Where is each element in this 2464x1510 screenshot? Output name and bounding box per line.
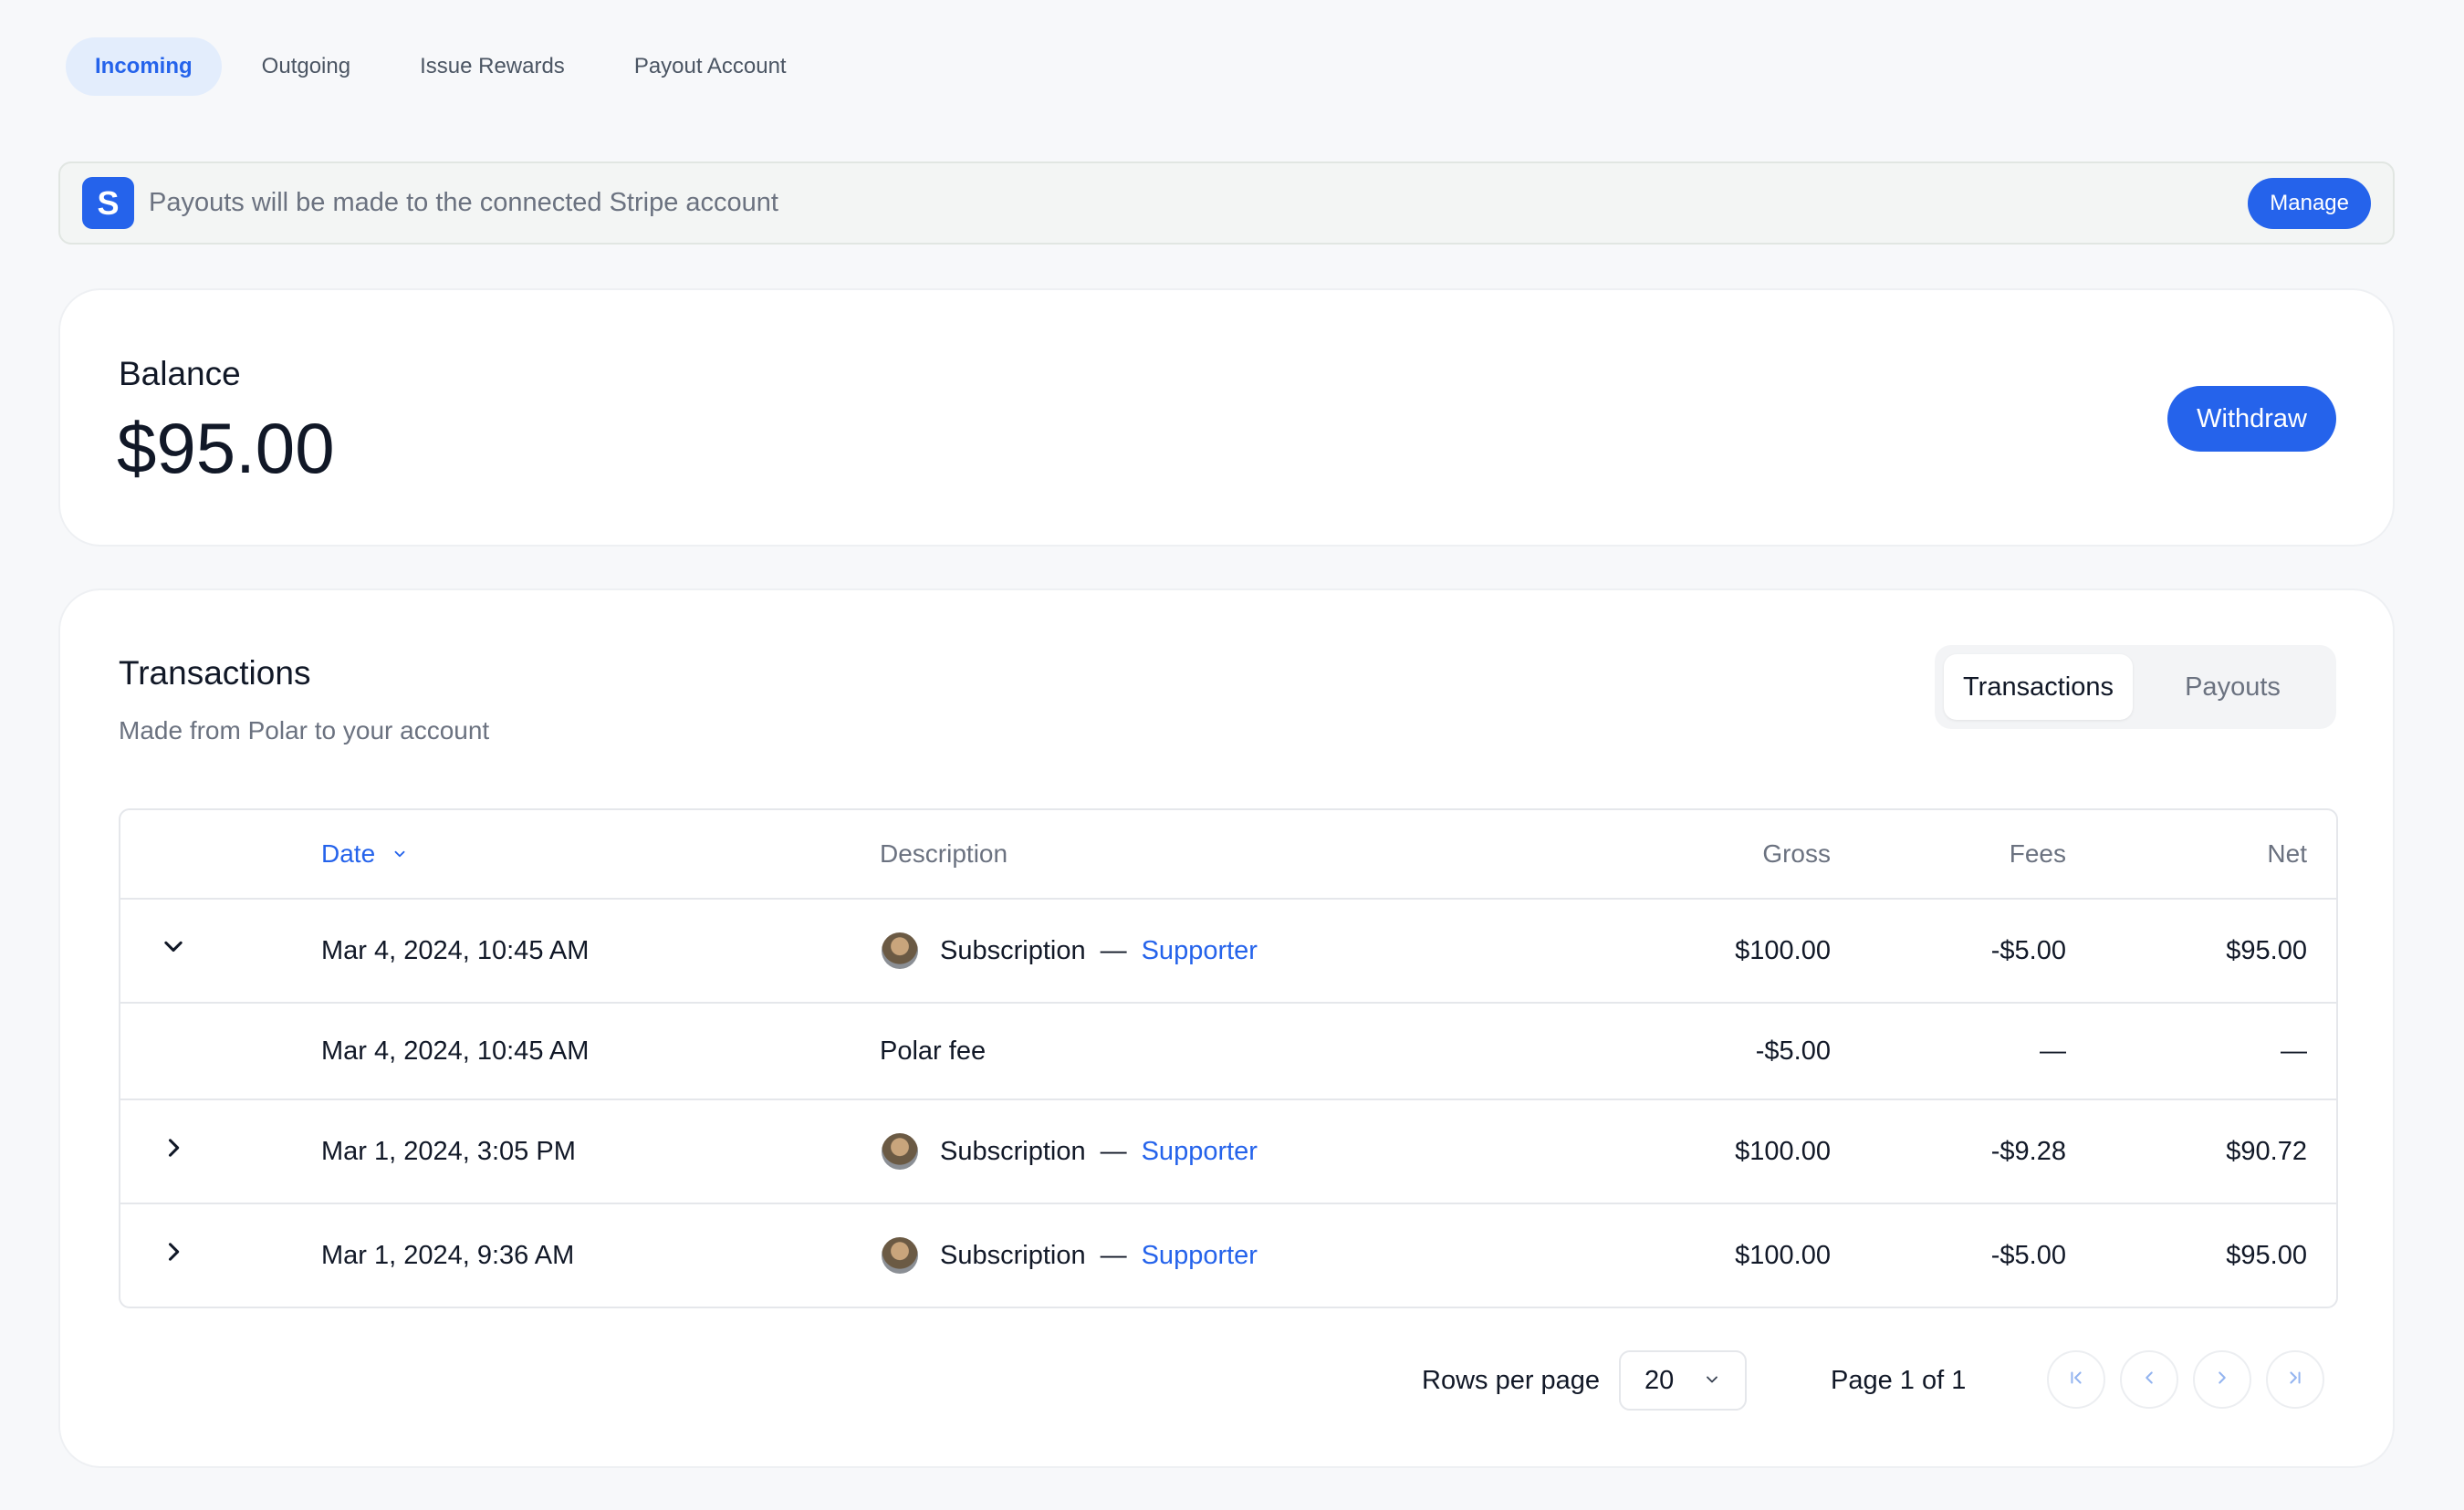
date-sort-header[interactable]: Date (321, 810, 408, 898)
row-fees: -$5.00 (1990, 935, 2066, 965)
first-page-icon (2066, 1368, 2086, 1392)
row-separator: — (1100, 935, 1127, 965)
row-gross: $100.00 (1735, 935, 1831, 965)
banner-text: Payouts will be made to the connected St… (149, 188, 778, 217)
stripe-logo-icon: S (82, 177, 134, 229)
row-gross: -$5.00 (1755, 1036, 1831, 1066)
fees-header: Fees (2009, 839, 2066, 868)
avatar (882, 932, 918, 969)
rows-per-page-value: 20 (1644, 1365, 1675, 1395)
page-info: Page 1 of 1 (1831, 1365, 1967, 1395)
row-type: Subscription (940, 935, 1086, 965)
previous-page-button[interactable] (2120, 1350, 2178, 1409)
tab-outgoing[interactable]: Outgoing (233, 37, 380, 96)
row-separator: — (1100, 1136, 1127, 1166)
column-label: Date (321, 839, 376, 868)
chevron-right-icon (2212, 1368, 2232, 1392)
tab-label: Issue Rewards (420, 54, 565, 78)
row-date: Mar 4, 2024, 10:45 AM (321, 1036, 590, 1066)
top-tabs: Incoming Outgoing Issue Rewards Payout A… (66, 37, 816, 96)
net-header: Net (2267, 839, 2307, 868)
page: Incoming Outgoing Issue Rewards Payout A… (0, 0, 2464, 1510)
table-row: Mar 1, 2024, 3:05 PM Subscription — Supp… (120, 1099, 2336, 1203)
manage-button[interactable]: Manage (2248, 177, 2371, 229)
tab-label: Payout Account (633, 54, 787, 78)
withdraw-button[interactable]: Withdraw (2167, 386, 2336, 452)
last-page-icon (2285, 1368, 2305, 1392)
chevron-down-icon (1703, 1366, 1721, 1396)
row-gross: $100.00 (1735, 1136, 1831, 1166)
transactions-subtitle: Made from Polar to your account (119, 716, 490, 745)
avatar (882, 1237, 918, 1274)
table-row: Mar 1, 2024, 9:36 AM Subscription — Supp… (120, 1203, 2336, 1307)
tab-incoming[interactable]: Incoming (66, 37, 222, 96)
row-net: $90.72 (2226, 1136, 2307, 1166)
balance-label: Balance (119, 355, 241, 392)
row-type: Subscription (940, 1240, 1086, 1270)
row-date: Mar 1, 2024, 9:36 AM (321, 1240, 575, 1270)
chevron-left-icon (2139, 1368, 2159, 1392)
row-net: $95.00 (2226, 1240, 2307, 1270)
next-page-button[interactable] (2193, 1350, 2251, 1409)
chevron-right-icon (161, 1135, 186, 1168)
transactions-card: Transactions Made from Polar to your acc… (58, 588, 2395, 1468)
collapse-row-toggle[interactable] (155, 900, 192, 1002)
row-date: Mar 4, 2024, 10:45 AM (321, 935, 590, 965)
table-header: Date Description Gross Fees Net (120, 810, 2336, 898)
tier-link[interactable]: Supporter (1142, 1241, 1258, 1271)
transactions-table: Date Description Gross Fees Net Mar 4, 2… (119, 808, 2338, 1308)
balance-card: Balance $95.00 Withdraw (58, 288, 2395, 547)
tab-issue-rewards[interactable]: Issue Rewards (391, 37, 594, 96)
rows-per-page-label: Rows per page (1422, 1365, 1601, 1395)
row-description: Subscription — Supporter (880, 900, 1258, 1002)
row-fees: — (2040, 1036, 2066, 1066)
balance-amount: $95.00 (117, 408, 335, 488)
tier-link[interactable]: Supporter (1142, 936, 1258, 966)
row-gross: $100.00 (1735, 1240, 1831, 1270)
row-fees: -$9.28 (1990, 1136, 2066, 1166)
transactions-title: Transactions (119, 654, 311, 692)
view-toggle: Transactions Payouts (1935, 645, 2336, 729)
row-separator: — (1100, 1240, 1127, 1270)
pagination: Rows per page 20 Page 1 of 1 (60, 1350, 2393, 1411)
rows-per-page-select[interactable]: 20 (1619, 1350, 1747, 1411)
row-description: Polar fee (880, 1036, 987, 1066)
segment-payouts[interactable]: Payouts (2138, 654, 2327, 720)
expand-row-toggle[interactable] (155, 1204, 192, 1307)
avatar (882, 1133, 918, 1170)
row-net: $95.00 (2226, 935, 2307, 965)
expand-row-toggle[interactable] (155, 1100, 192, 1203)
description-header: Description (880, 839, 1008, 868)
table-row: Mar 4, 2024, 10:45 AM Subscription — Sup… (120, 898, 2336, 1002)
row-description: Subscription — Supporter (880, 1204, 1258, 1307)
tab-payout-account[interactable]: Payout Account (605, 37, 816, 96)
chevron-right-icon (161, 1239, 186, 1272)
row-type: Subscription (940, 1136, 1086, 1166)
tier-link[interactable]: Supporter (1142, 1137, 1258, 1167)
first-page-button[interactable] (2047, 1350, 2105, 1409)
row-fees: -$5.00 (1990, 1240, 2066, 1270)
row-net: — (2281, 1036, 2307, 1066)
row-date: Mar 1, 2024, 3:05 PM (321, 1136, 576, 1166)
chevron-down-icon (392, 839, 408, 869)
gross-header: Gross (1762, 839, 1831, 868)
stripe-banner: S Payouts will be made to the connected … (58, 161, 2395, 245)
table-subrow: Mar 4, 2024, 10:45 AM Polar fee -$5.00 —… (120, 1002, 2336, 1099)
tab-label: Incoming (95, 54, 193, 78)
last-page-button[interactable] (2266, 1350, 2324, 1409)
segment-transactions[interactable]: Transactions (1944, 654, 2133, 720)
row-description: Subscription — Supporter (880, 1100, 1258, 1203)
tab-label: Outgoing (261, 54, 351, 78)
chevron-down-icon (161, 934, 186, 967)
